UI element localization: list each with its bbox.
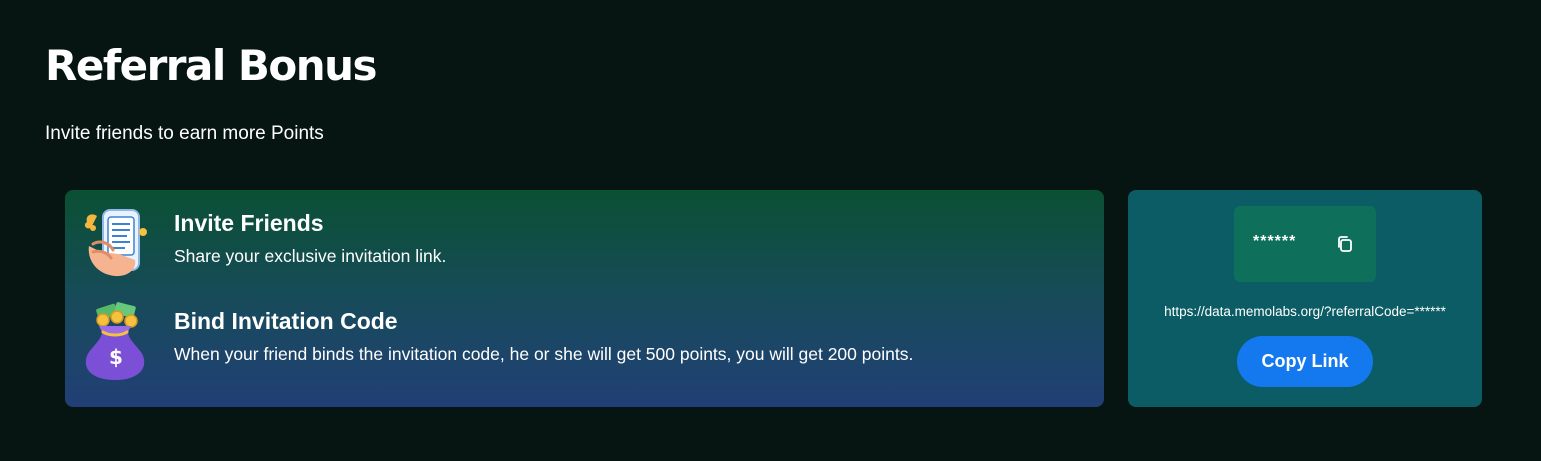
invite-friends-description: Share your exclusive invitation link. <box>174 246 447 266</box>
copy-icon[interactable] <box>1336 235 1354 253</box>
referral-code: ****** <box>1253 233 1297 250</box>
money-bag-icon: $ <box>85 302 145 380</box>
referral-link-text: https://data.memolabs.org/?referralCode=… <box>1164 304 1446 319</box>
referral-code-box: ****** <box>1234 206 1376 282</box>
svg-text:$: $ <box>109 345 123 369</box>
page-title: Referral Bonus <box>45 41 378 90</box>
referral-info-card: Invite Friends Share your exclusive invi… <box>65 190 1104 407</box>
referral-link-card: ****** https://data.memolabs.org/?referr… <box>1128 190 1482 407</box>
page-subtitle: Invite friends to earn more Points <box>45 123 324 144</box>
copy-link-button[interactable]: Copy Link <box>1237 336 1373 387</box>
invite-friends-title: Invite Friends <box>174 210 324 236</box>
phone-invite-icon <box>84 209 147 277</box>
bind-invitation-code-description: When your friend binds the invitation co… <box>174 344 914 364</box>
bind-invitation-code-title: Bind Invitation Code <box>174 308 398 334</box>
